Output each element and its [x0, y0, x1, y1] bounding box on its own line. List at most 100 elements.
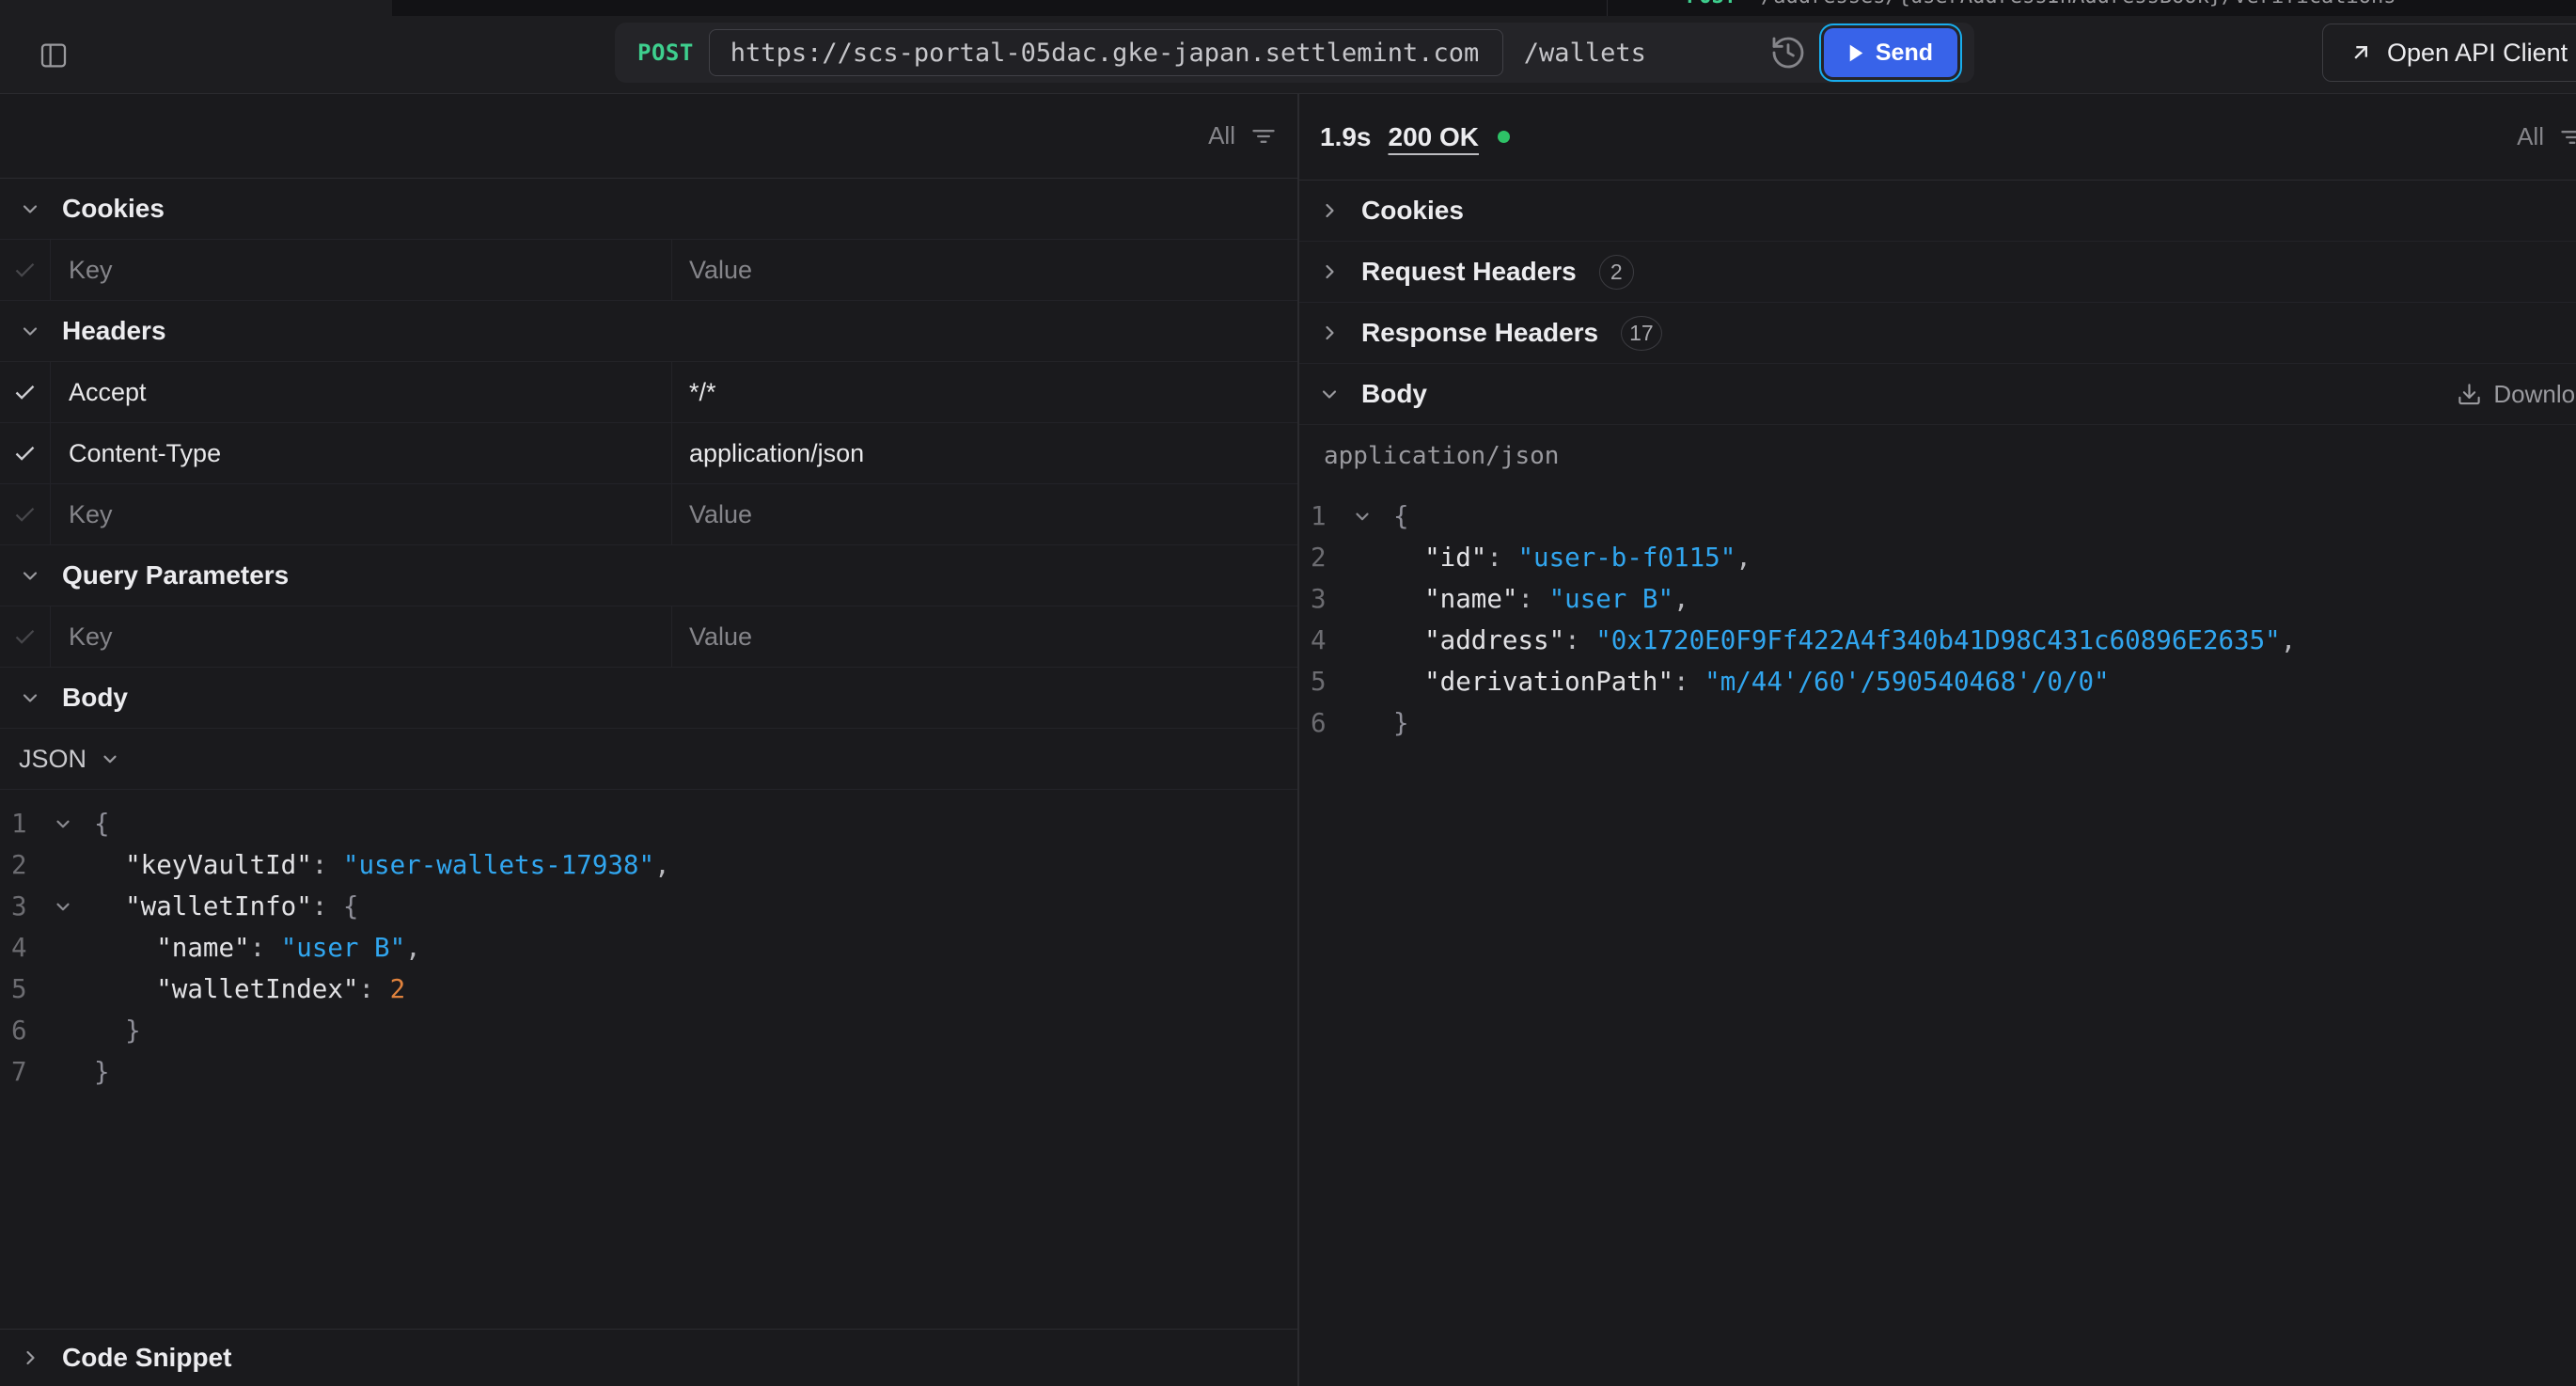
line-number: 3 — [11, 891, 39, 921]
code-line: 3 "walletInfo": { — [0, 886, 1297, 927]
open-api-client-label: Open API Client — [2387, 39, 2568, 68]
request-filter-all[interactable]: All — [1208, 121, 1277, 150]
response-body-viewer[interactable]: 1{2 "id": "user-b-f0115",3 "name": "user… — [1299, 486, 2576, 1386]
key-field[interactable]: Content-Type — [51, 423, 672, 483]
header-value: application/json — [689, 439, 864, 468]
code-token: : — [1486, 543, 1517, 573]
base-url-input[interactable]: https://scs-portal-05dac.gke-japan.settl… — [709, 29, 1503, 76]
header-key: Content-Type — [69, 439, 221, 468]
section-request-body[interactable]: Body — [0, 668, 1297, 729]
send-button[interactable]: Send — [1824, 28, 1957, 77]
clipped-divider — [1607, 0, 1608, 16]
header-key: Accept — [69, 378, 147, 407]
section-request-headers[interactable]: Request Headers 2 — [1299, 242, 2576, 303]
fold-toggle[interactable] — [47, 896, 79, 917]
code-line: 6 } — [0, 1010, 1297, 1051]
response-filter-all-label: All — [2517, 122, 2544, 151]
line-number: 5 — [1311, 667, 1339, 697]
history-button[interactable] — [1767, 32, 1809, 73]
value-field[interactable]: Value — [672, 484, 1297, 544]
request-filter-row: All — [0, 94, 1297, 179]
send-button-label: Send — [1876, 39, 1933, 67]
code-token: "0x1720E0F9Ff422A4f340b41D98C431c60896E2… — [1595, 625, 2280, 655]
line-number: 4 — [1311, 625, 1339, 655]
value-field[interactable]: */* — [672, 362, 1297, 422]
fold-chevron-icon[interactable] — [1352, 506, 1373, 527]
panel-left-icon — [38, 40, 70, 71]
response-content-type-label: application/json — [1324, 442, 1559, 470]
download-button[interactable]: Download — [2457, 380, 2576, 409]
value-placeholder: Value — [689, 256, 752, 285]
value-field[interactable]: Value — [672, 240, 1297, 300]
code-text: { — [1393, 501, 1409, 531]
code-token: "keyVaultId" — [94, 850, 312, 880]
request-body-editor[interactable]: 1{2 "keyVaultId": "user-wallets-17938",3… — [0, 790, 1297, 1329]
code-token: "user B" — [1549, 584, 1673, 614]
code-line: 1{ — [0, 803, 1297, 844]
section-cookies[interactable]: Cookies — [0, 179, 1297, 240]
code-token: } — [94, 1016, 141, 1046]
code-line: 5 "walletIndex": 2 — [0, 969, 1297, 1010]
code-text: "address": "0x1720E0F9Ff422A4f340b41D98C… — [1393, 625, 2296, 655]
fold-toggle[interactable] — [47, 813, 79, 834]
cookies-placeholder-row: Key Value — [0, 240, 1297, 301]
code-line: 5 "derivationPath": "m/44'/60'/590540468… — [1299, 661, 2576, 702]
response-status-code[interactable]: 200 OK — [1389, 122, 1480, 152]
line-number: 1 — [11, 809, 39, 839]
key-field[interactable]: Key — [51, 240, 672, 300]
base-url-text: https://scs-portal-05dac.gke-japan.settl… — [730, 39, 1480, 68]
request-headers-count-badge: 2 — [1599, 255, 1634, 290]
section-response-cookies[interactable]: Cookies — [1299, 181, 2576, 242]
code-token: : — [1564, 625, 1595, 655]
chevron-down-icon — [19, 320, 41, 342]
row-enable-toggle[interactable] — [0, 423, 51, 483]
section-query-parameters[interactable]: Query Parameters — [0, 545, 1297, 606]
code-text: "keyVaultId": "user-wallets-17938", — [94, 850, 670, 880]
row-enable-toggle[interactable] — [0, 240, 51, 300]
body-format-select[interactable]: JSON — [0, 729, 1297, 790]
section-response-body[interactable]: Body Download — [1299, 364, 2576, 425]
line-number: 2 — [11, 850, 39, 880]
code-text: "walletInfo": { — [94, 891, 358, 921]
code-text: "name": "user B", — [1393, 584, 1689, 614]
key-field[interactable]: Key — [51, 606, 672, 667]
code-token: "m/44'/60'/590540468'/0/0" — [1704, 667, 2109, 697]
key-field[interactable]: Accept — [51, 362, 672, 422]
value-field[interactable]: Value — [672, 606, 1297, 667]
chevron-down-icon — [19, 197, 41, 220]
code-token: "name" — [1393, 584, 1517, 614]
section-response-cookies-title: Cookies — [1361, 196, 1464, 226]
fold-chevron-icon[interactable] — [53, 813, 73, 834]
key-field[interactable]: Key — [51, 484, 672, 544]
code-token: { — [343, 891, 359, 921]
header-row: Content-Type application/json — [0, 423, 1297, 484]
response-filter-all[interactable]: All — [2517, 122, 2576, 151]
sidebar-toggle-button[interactable] — [34, 36, 73, 75]
section-headers[interactable]: Headers — [0, 301, 1297, 362]
row-enable-toggle[interactable] — [0, 484, 51, 544]
line-number: 3 — [1311, 584, 1339, 614]
fold-toggle[interactable] — [1346, 506, 1378, 527]
row-enable-toggle[interactable] — [0, 362, 51, 422]
section-request-headers-title: Request Headers — [1361, 257, 1577, 287]
section-response-headers[interactable]: Response Headers 17 — [1299, 303, 2576, 364]
open-api-client-button[interactable]: Open API Client — [2322, 24, 2576, 82]
code-token: : — [1673, 667, 1704, 697]
code-token: { — [1393, 501, 1409, 531]
chevron-down-icon — [1318, 383, 1341, 405]
play-icon — [1848, 44, 1864, 62]
code-text: "name": "user B", — [94, 933, 421, 963]
check-icon — [12, 380, 38, 405]
row-enable-toggle[interactable] — [0, 606, 51, 667]
topbar: POST https://scs-portal-05dac.gke-japan.… — [0, 16, 2576, 94]
code-text: { — [94, 809, 110, 839]
response-duration: 1.9s — [1320, 122, 1372, 152]
query-params-placeholder-row: Key Value — [0, 606, 1297, 668]
value-placeholder: Value — [689, 500, 752, 529]
chevron-down-icon — [19, 686, 41, 709]
section-code-snippet[interactable]: Code Snippet — [0, 1329, 1297, 1386]
line-number: 4 — [11, 933, 39, 963]
headers-placeholder-row: Key Value — [0, 484, 1297, 545]
value-field[interactable]: application/json — [672, 423, 1297, 483]
fold-chevron-icon[interactable] — [53, 896, 73, 917]
